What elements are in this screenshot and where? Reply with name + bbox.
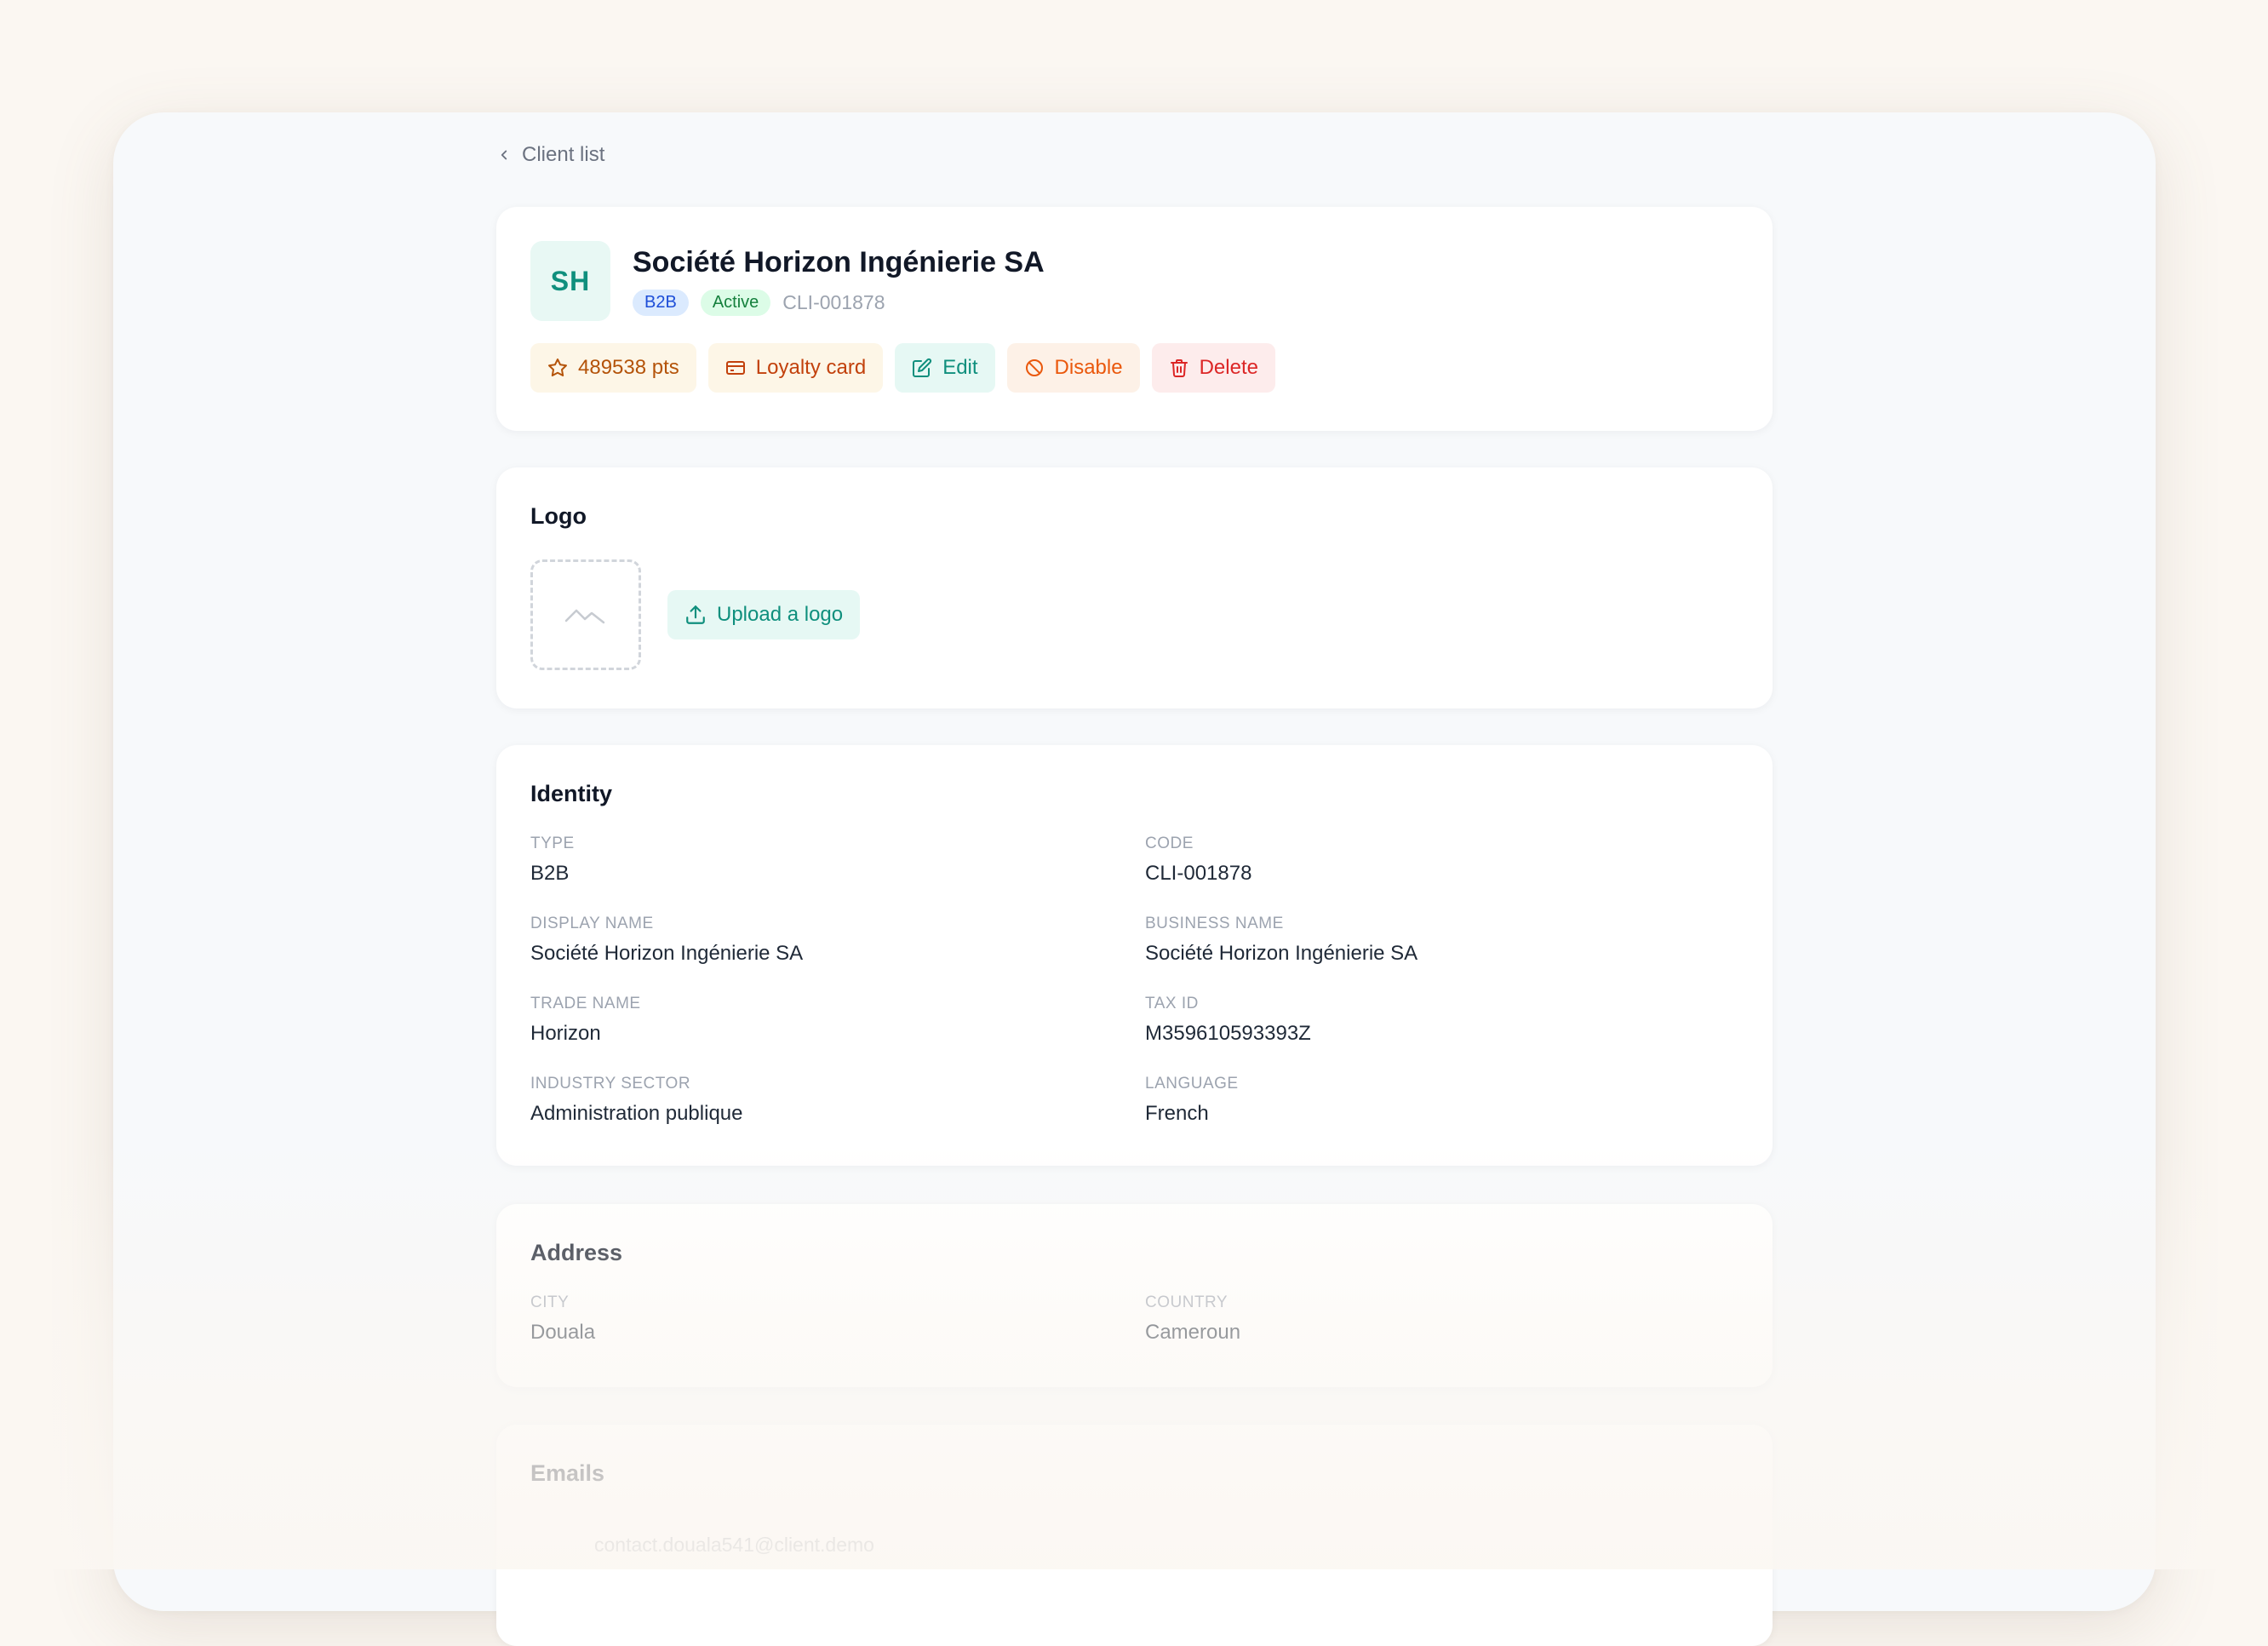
field-value: Cameroun [1145,1321,1241,1344]
address-card: Address City Douala Country Cameroun [496,1204,1773,1387]
client-header-card: SH Société Horizon Ingénierie SA B2B Act… [496,207,1773,431]
email-address: contact.douala541@client.demo [594,1534,874,1556]
field-value: Société Horizon Ingénierie SA [530,942,804,965]
field-value: CLI-001878 [1145,862,1252,885]
field-value: French [1145,1102,1209,1125]
address-section-title: Address [530,1240,623,1265]
avatar: SH [530,241,610,321]
delete-button[interactable]: Delete [1151,343,1275,393]
logo-placeholder[interactable] [530,559,641,670]
field-label: Language [1145,1075,1239,1093]
trash-icon [1170,359,1188,377]
field-value: Horizon [530,1022,601,1045]
upload-logo-button[interactable]: Upload a logo [667,590,861,639]
back-link[interactable]: Client list [496,143,604,167]
ban-icon [1025,359,1043,376]
client-badges: B2B Active CLI-001878 [633,290,885,316]
field-trade-name: Trade name Horizon [530,995,641,1046]
field-label: Industry sector [530,1075,691,1093]
field-country: Country Cameroun [1145,1293,1240,1345]
field-value: M359610593393Z [1145,1022,1311,1045]
field-value: Administration publique [530,1102,743,1125]
upload-icon [686,605,705,624]
client-name: Société Horizon Ingénierie SA [633,246,1045,278]
field-label: Business name [1145,915,1284,932]
field-label: Tax ID [1145,995,1199,1012]
credit-card-icon [725,361,745,375]
field-label: Display name [530,915,654,932]
field-code: Code CLI-001878 [1145,834,1251,886]
loyalty-card-label: Loyalty card [755,356,867,379]
edit-button[interactable]: Edit [895,343,995,393]
upload-logo-label: Upload a logo [717,603,844,626]
field-language: Language French [1145,1075,1239,1126]
delete-label: Delete [1199,356,1258,379]
field-industry-sector: Industry sector Administration publique [530,1075,742,1126]
field-business-name: Business name Société Horizon Ingénierie… [1145,915,1418,966]
field-city: City Douala [530,1293,595,1345]
image-placeholder-icon [564,609,605,624]
field-label: City [530,1293,570,1311]
identity-card: Identity Type B2B Code CLI-001878 Displa… [496,745,1773,1166]
identity-section-title: Identity [530,781,613,806]
points-label: 489538 pts [578,356,679,379]
emails-section-title: Emails [530,1460,605,1486]
type-badge: B2B [633,290,689,316]
field-value: B2B [530,862,570,885]
field-value: Douala [530,1321,596,1344]
field-label: Country [1145,1293,1228,1311]
field-type: Type B2B [530,834,575,886]
disable-label: Disable [1054,356,1123,379]
field-label: Trade name [530,995,641,1012]
field-value: Société Horizon Ingénierie SA [1145,942,1418,965]
edit-icon [913,358,932,377]
field-tax-id: Tax ID M359610593393Z [1145,995,1311,1046]
field-label: Type [530,834,575,852]
field-display-name: Display name Société Horizon Ingénierie … [530,915,803,966]
field-label: Code [1145,834,1194,852]
logo-section-title: Logo [530,503,587,529]
edit-label: Edit [942,356,978,379]
back-link-label: Client list [522,143,605,166]
logo-card: Logo Upload a logo [496,467,1773,708]
client-code: CLI-001878 [782,291,885,313]
status-badge: Active [700,290,771,316]
loyalty-card-button[interactable]: Loyalty card [707,343,884,393]
disable-button[interactable]: Disable [1006,343,1140,393]
points-button[interactable]: 489538 pts [530,343,696,393]
emails-card: Emails contact.douala541@client.demo [496,1425,1773,1646]
chevron-left-icon [501,150,507,160]
email-item[interactable]: contact.douala541@client.demo [594,1534,874,1557]
star-icon [548,358,567,377]
action-bar: 489538 pts Loyalty card Edit Disable Del… [530,343,1275,393]
